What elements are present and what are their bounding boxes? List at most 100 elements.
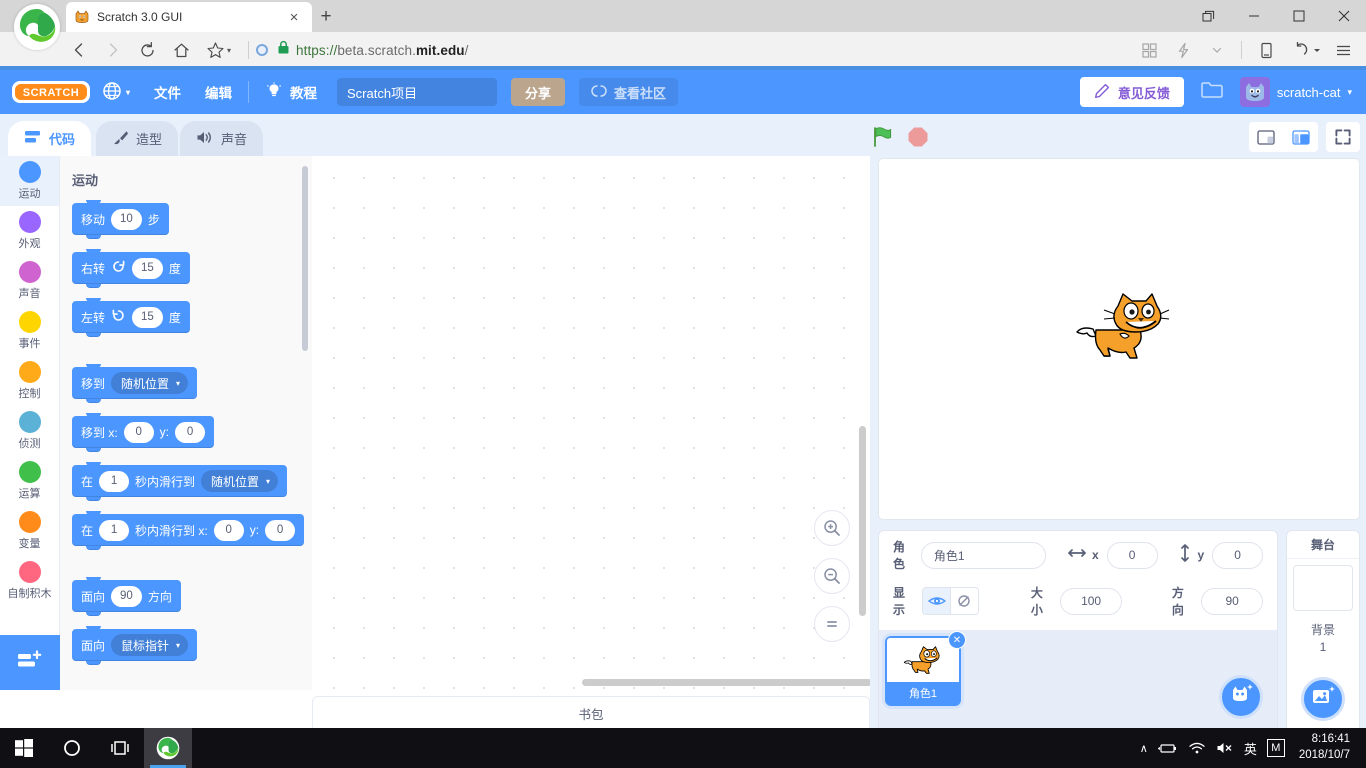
add-backdrop-button[interactable] [1301,677,1345,721]
task-view-icon[interactable] [96,728,144,768]
category-my-blocks[interactable]: 自制积木 [0,556,59,606]
zoom-in-icon[interactable] [814,510,850,546]
settings-menu-icon[interactable] [1326,34,1360,66]
y-input[interactable]: 0 [1212,542,1263,569]
sprite-card[interactable]: 角色1 ✕ [885,636,961,706]
restore-down-icon[interactable] [1186,0,1231,32]
back-icon[interactable] [62,34,96,66]
minimize-icon[interactable] [1231,0,1276,32]
category-control[interactable]: 控制 [0,356,59,406]
home-icon[interactable] [164,34,198,66]
wifi-icon[interactable] [1188,741,1206,755]
size-input[interactable]: 100 [1060,588,1122,615]
windows-start-icon[interactable] [0,728,48,768]
browser-tab[interactable]: Scratch 3.0 GUI × [66,2,312,32]
direction-input[interactable]: 90 [1201,588,1263,615]
zoom-out-icon[interactable] [814,558,850,594]
stage-sprite-scratch-cat[interactable] [1074,286,1170,366]
category-sound[interactable]: 声音 [0,256,59,306]
block-input-steps[interactable]: 10 [111,209,142,230]
block-input-x[interactable]: 0 [214,520,244,541]
chevron-down-icon[interactable]: ▾ [227,46,241,55]
block-dropdown-target[interactable]: 随机位置 ▾ [111,372,188,394]
block-move-steps[interactable]: 移动 10 步 [72,203,169,235]
block-palette[interactable]: 运动 移动 10 步 右转 15 度 左转 15 度 [60,156,312,690]
block-input-y[interactable]: 0 [265,520,295,541]
stage-selector[interactable]: 舞台 背景 1 [1286,530,1360,730]
category-events[interactable]: 事件 [0,306,59,356]
eye-closed-icon[interactable] [951,588,978,614]
language-selector[interactable]: ▾ [90,70,142,114]
block-input-degrees[interactable]: 15 [132,307,163,328]
block-dropdown-towards[interactable]: 鼠标指针 ▾ [111,634,188,656]
block-input-y[interactable]: 0 [175,422,205,443]
block-input-secs[interactable]: 1 [99,520,129,541]
menu-tutorials[interactable]: 教程 [253,70,329,114]
add-extension-button[interactable] [0,635,60,690]
block-glide-to[interactable]: 在 1 秒内滑行到 随机位置 ▾ [72,465,287,497]
backpack-panel[interactable]: 书包 [312,696,870,730]
workspace-vertical-scrollbar[interactable] [859,426,866,616]
tray-chevron-up-icon[interactable]: ∧ [1140,742,1148,755]
close-icon[interactable]: × [284,7,304,27]
menu-edit[interactable]: 编辑 [193,70,244,114]
reading-caret-icon[interactable] [1200,34,1234,66]
share-button[interactable]: 分享 [511,78,565,106]
cortana-search-icon[interactable] [48,728,96,768]
web-notes-icon[interactable] [1132,34,1166,66]
eye-open-icon[interactable] [923,588,950,614]
block-dropdown-target[interactable]: 随机位置 ▾ [201,470,278,492]
share-caret-icon[interactable] [1312,45,1326,55]
ime-mode-icon[interactable]: M [1267,739,1285,757]
zoom-reset-icon[interactable] [814,606,850,642]
new-tab-button[interactable]: + [312,4,340,30]
ime-indicator[interactable]: 英 [1244,739,1257,758]
workspace-horizontal-scrollbar[interactable] [582,679,872,686]
battery-icon[interactable] [1158,741,1178,755]
block-point-direction[interactable]: 面向 90 方向 [72,580,181,612]
block-input-x[interactable]: 0 [124,422,154,443]
block-glide-to-xy[interactable]: 在 1 秒内滑行到 x: 0 y: 0 [72,514,304,546]
volume-muted-icon[interactable] [1216,741,1234,755]
tab-code[interactable]: 代码 [8,121,91,156]
block-turn-right[interactable]: 右转 15 度 [72,252,190,284]
code-workspace[interactable] [312,156,870,690]
category-motion[interactable]: 运动 [0,156,59,206]
delete-sprite-icon[interactable]: ✕ [948,631,966,649]
category-looks[interactable]: 外观 [0,206,59,256]
green-flag-icon[interactable] [866,121,898,153]
feedback-button[interactable]: 意见反馈 [1080,77,1184,107]
category-operators[interactable]: 运算 [0,456,59,506]
scratch-logo[interactable]: SCRATCH [12,79,90,105]
palette-scrollbar[interactable] [302,166,308,351]
tab-sounds[interactable]: 声音 [180,121,263,156]
stop-icon[interactable] [902,121,934,153]
fullscreen-icon[interactable] [1326,122,1360,152]
category-variables[interactable]: 变量 [0,506,59,556]
reload-icon[interactable] [130,34,164,66]
reading-view-icon[interactable] [1166,34,1200,66]
project-name-input[interactable] [337,78,497,106]
block-turn-left[interactable]: 左转 15 度 [72,301,190,333]
edge-taskbar-icon[interactable] [144,728,192,768]
see-community-button[interactable]: 查看社区 [579,78,678,106]
stage[interactable] [878,158,1360,520]
small-stage-icon[interactable] [1249,122,1283,152]
block-input-direction[interactable]: 90 [111,586,142,607]
block-input-degrees[interactable]: 15 [132,258,163,279]
large-stage-icon[interactable] [1284,122,1318,152]
account-menu[interactable]: scratch-cat ▾ [1240,77,1366,107]
address-bar[interactable]: https://beta.scratch.mit.edu/ [256,34,1132,66]
taskbar-clock[interactable]: 8:16:41 2018/10/7 [1295,732,1358,763]
category-sensing[interactable]: 侦测 [0,406,59,456]
folder-icon[interactable] [1200,79,1224,106]
block-go-to-xy[interactable]: 移到 x: 0 y: 0 [72,416,214,448]
hub-icon[interactable] [1249,34,1283,66]
add-sprite-button[interactable] [1219,675,1263,719]
window-close-icon[interactable] [1321,0,1366,32]
block-go-to[interactable]: 移到 随机位置 ▾ [72,367,197,399]
sprite-name-input[interactable]: 角色1 [921,542,1046,569]
menu-file[interactable]: 文件 [142,70,193,114]
maximize-icon[interactable] [1276,0,1321,32]
block-point-towards[interactable]: 面向 鼠标指针 ▾ [72,629,197,661]
